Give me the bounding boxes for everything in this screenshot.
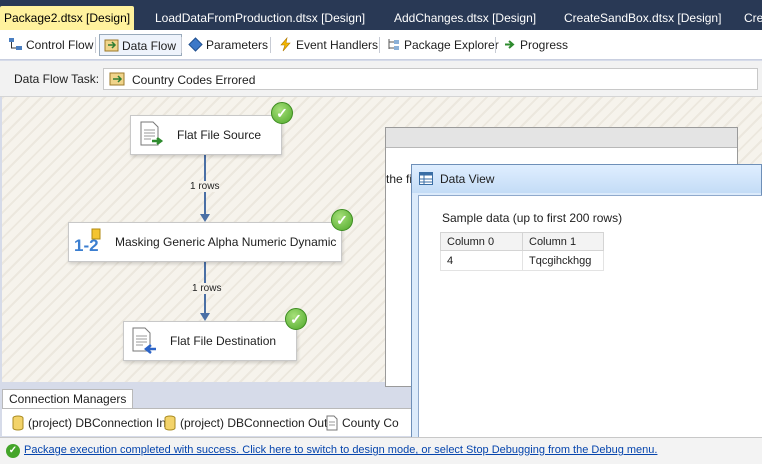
play-arrow-icon xyxy=(505,40,515,49)
database-icon xyxy=(164,415,176,431)
data-flow-task-dropdown[interactable]: Country Codes Errored xyxy=(103,68,758,90)
connection-managers-panel: (project) DBConnection In (project) DBCo… xyxy=(2,408,411,436)
tab-label: Progress xyxy=(520,38,569,52)
data-grid[interactable]: Column 0 Column 1 4 Tqcgihckhgg xyxy=(440,232,604,271)
divider xyxy=(95,37,96,53)
execution-status-bar: ✓ Package execution completed with succe… xyxy=(0,437,762,464)
connection-item[interactable]: (project) DBConnection Out xyxy=(162,414,327,432)
flat-file-source-icon xyxy=(140,121,164,146)
tab-create-sandbox[interactable]: CreateSandBox.dtsx [Design] xyxy=(564,6,721,30)
tab-label: Parameters xyxy=(206,38,269,52)
data-view-window[interactable]: Data View Sample data (up to first 200 r… xyxy=(411,164,762,445)
success-icon: ✓ xyxy=(6,444,20,458)
table-cell[interactable]: 4 xyxy=(440,250,523,271)
flat-file-destination-component[interactable]: Flat File Destination xyxy=(123,321,297,361)
tab-package2[interactable]: Package2.dtsx [Design] xyxy=(0,6,135,30)
masking-transform-component[interactable]: 1-2 Masking Generic Alpha Numeric Dynami… xyxy=(68,222,342,262)
connection-label: (project) DBConnection Out xyxy=(180,416,328,430)
lightning-icon xyxy=(280,37,291,52)
tab-load-data-from-production[interactable]: LoadDataFromProduction.dtsx [Design] xyxy=(155,6,365,30)
sample-data-caption: Sample data (up to first 200 rows) xyxy=(442,211,623,225)
tab-package-explorer[interactable]: Package Explorer xyxy=(382,34,504,56)
tree-icon xyxy=(388,39,399,50)
document-tab-strip: Package2.dtsx [Design] LoadDataFromProdu… xyxy=(0,0,762,30)
component-label: Flat File Source xyxy=(177,128,262,142)
tab-data-flow[interactable]: Data Flow xyxy=(99,34,183,56)
tab-label: Package Explorer xyxy=(404,38,499,52)
tab-progress[interactable]: Progress xyxy=(498,34,573,56)
tab-label: Control Flow xyxy=(26,38,94,52)
divider xyxy=(379,37,380,53)
table-cell[interactable]: Tqcgihckhgg xyxy=(522,250,604,271)
data-flow-task-value: Country Codes Errored xyxy=(132,73,256,87)
column-header[interactable]: Column 0 xyxy=(440,232,523,251)
switch-to-design-mode-link[interactable]: Package execution completed with success… xyxy=(24,444,657,456)
database-icon xyxy=(12,415,24,431)
connection-label: County Co xyxy=(342,416,399,430)
path-row-count-2: 1 rows xyxy=(192,283,222,294)
success-check-icon: ✓ xyxy=(271,102,293,124)
data-flow-icon xyxy=(104,39,119,52)
data-view-content: Sample data (up to first 200 rows) Colum… xyxy=(418,195,762,445)
connection-item[interactable]: (project) DBConnection In xyxy=(10,414,166,432)
component-label: Flat File Destination xyxy=(170,334,277,348)
tab-label: Event Handlers xyxy=(296,38,379,52)
tab-overflow[interactable]: Cre xyxy=(744,6,762,30)
column-header[interactable]: Column 1 xyxy=(522,232,604,251)
background-window-text: the fi xyxy=(386,172,413,186)
tab-label: Data Flow xyxy=(122,39,177,53)
flat-file-source-component[interactable]: Flat File Source xyxy=(130,115,282,155)
success-check-icon: ✓ xyxy=(285,308,307,330)
connection-label: (project) DBConnection In xyxy=(28,416,167,430)
data-flow-task-icon xyxy=(109,72,125,86)
tab-add-changes[interactable]: AddChanges.dtsx [Design] xyxy=(394,6,536,30)
table-row[interactable]: 4 Tqcgihckhgg xyxy=(440,250,604,271)
flat-file-connection-icon xyxy=(326,415,338,431)
connection-managers-tab[interactable]: Connection Managers xyxy=(2,389,134,409)
divider xyxy=(270,37,271,53)
grid-icon xyxy=(419,172,433,185)
flat-file-destination-icon xyxy=(132,327,156,354)
designer-tab-bar: Control Flow Data Flow Parameters Event … xyxy=(0,30,762,60)
data-view-title: Data View xyxy=(440,172,495,186)
task-label: Data Flow Task: xyxy=(14,72,100,86)
parameters-icon xyxy=(188,37,203,52)
connection-item[interactable]: County Co xyxy=(324,414,399,432)
divider xyxy=(495,37,496,53)
masking-transform-icon: 1-2 xyxy=(74,228,101,255)
tab-parameters[interactable]: Parameters xyxy=(184,34,273,56)
success-check-icon: ✓ xyxy=(331,209,353,231)
component-label: Masking Generic Alpha Numeric Dynamic xyxy=(115,235,337,249)
path-row-count-1: 1 rows xyxy=(190,181,220,192)
background-window-titlebar xyxy=(386,128,737,148)
control-flow-icon xyxy=(9,38,22,50)
tab-event-handlers[interactable]: Event Handlers xyxy=(274,34,383,56)
divider xyxy=(181,37,182,53)
data-view-titlebar[interactable]: Data View xyxy=(412,165,761,193)
task-selector-bar: Data Flow Task: Country Codes Errored xyxy=(0,61,762,97)
tab-control-flow[interactable]: Control Flow xyxy=(4,34,98,56)
